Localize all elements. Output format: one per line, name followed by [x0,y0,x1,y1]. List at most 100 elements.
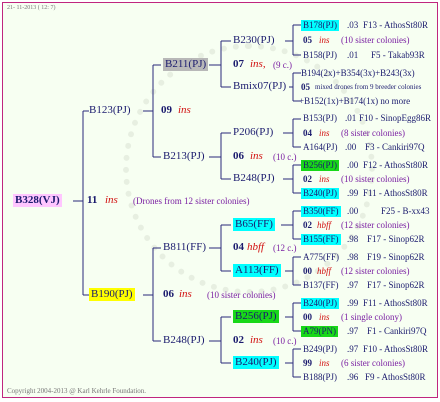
mbranch-m-count: (10 c.) [273,336,297,346]
leaf-18-yr: .97 [347,280,359,290]
copyright-text: Copyright 2004-2013 @ Karl Kehrle Founda… [7,387,147,395]
leaf-7-id[interactable]: B153(PJ) [303,114,337,123]
mbranch-year: 06 [163,288,174,300]
leaf-13-station: F25 - B-xx43 [381,206,430,216]
leaf-2-year: 05 [303,35,312,45]
leaf-19-id[interactable]: B240(PJ) [301,298,340,309]
leaf-5-year: 05 [301,82,310,92]
leaf-1-id[interactable]: B178(PJ) [301,20,340,31]
mbranch-ins: ins [179,288,192,300]
gen1-father-label[interactable]: B123(PJ) [89,105,131,116]
leaf-3-station: F5 - Takab93R [371,50,425,60]
mbranch-m-ins: ins [250,334,263,346]
fbranch-year: 09 [161,104,172,116]
leaf-8-year: 04 [303,128,312,138]
gen1-mother-label[interactable]: B190(PJ) [89,288,135,301]
leaf-17-note: (12 sister colonies) [341,266,410,276]
leaf-1-yr: .03 [347,20,359,30]
leaf-8-ins: ins [319,128,330,138]
fbranch-m-count: (10 c.) [273,152,297,162]
mbranch-m-mother[interactable]: B240(PJ) [233,356,279,369]
leaf-20-year: 00 [303,312,312,322]
leaf-22-yr: .97 [347,344,359,354]
mbranch-f-father[interactable]: B65(FF) [233,218,275,231]
leaf-10-station: F12 - AthosSt80R [363,160,429,170]
leaf-15-yr: .98 [347,234,359,244]
leaf-24-yr: .96 [347,372,359,382]
leaf-8-note: (8 sister colonies) [341,128,405,138]
mbranch-father-label[interactable]: B811(FF) [163,242,206,253]
leaf-13-yr: .00 [347,206,359,216]
fbranch-father-label[interactable]: B211(PJ) [163,58,209,71]
mbranch-mother-label[interactable]: B248(PJ) [163,335,205,346]
leaf-18-id[interactable]: B137(FF) [303,281,339,290]
leaf-12-station: F11 - AthosSt80R [363,188,428,198]
leaf-16-yr: .98 [347,252,359,262]
leaf-17-ins: hbff [317,266,332,276]
fbranch-f-year: 07 [233,58,244,70]
mbranch-m-father[interactable]: B256(PJ) [233,310,279,323]
gen1-year: 11 [87,194,98,206]
leaf-13-id[interactable]: B350(FF) [301,206,341,217]
fbranch-mother-label[interactable]: B213(PJ) [163,151,205,162]
leaf-7-station: F10 - SinopEgg86R [359,113,432,123]
leaf-10-id[interactable]: B256(PJ) [301,160,340,171]
leaf-16-station: F19 - Sinop62R [367,252,425,262]
leaf-3-yr: .01 [347,50,359,60]
leaf-1-station: F13 - AthosSt80R [363,20,429,30]
mbranch-f-ins: hbff [247,241,265,253]
leaf-12-yr: .99 [347,188,359,198]
leaf-9-id[interactable]: A164(PJ) [303,143,338,152]
leaf-21-id[interactable]: A79(PN) [301,326,338,337]
mbranch-f-mother[interactable]: A113(FF) [233,264,281,277]
fbranch-f-count: (9 c.) [273,60,292,70]
leaf-17-year: 00 [303,266,312,276]
leaf-3-id[interactable]: B158(PJ) [303,51,337,60]
leaf-15-station: F17 - Sinop62R [367,234,425,244]
leaf-2-ins: ins [319,35,330,45]
leaf-14-note: (12 sister colonies) [341,220,410,230]
fbranch-f-father[interactable]: B230(PJ) [233,35,275,46]
leaf-18-station: F17 - Sinop62R [367,280,425,290]
leaf-24-station: F9 - AthosSt80R [365,372,426,382]
mbranch-m-year: 02 [233,334,244,346]
leaf-9-station: F3 - Cankiri97Q [365,142,425,152]
leaf-2-note: (10 sister colonies) [341,35,410,45]
leaf-23-year: 99 [303,358,312,368]
leaf-20-ins: ins [319,312,330,322]
gen1-ins: ins [105,194,118,206]
mbranch-count: (10 sister colonies) [207,290,276,300]
fbranch-ins: ins [178,104,191,116]
leaf-11-year: 02 [303,174,312,184]
leaf-16-id[interactable]: A775(FF) [303,253,339,262]
mbranch-f-year: 04 [233,241,244,253]
mbranch-f-count: (12 c.) [273,243,297,253]
pedigree-frame: 21- 11-2013 ( 12: 7) Copyright 2004-2013… [2,2,438,398]
leaf-23-note: (6 sister colonies) [341,358,405,368]
leaf-22-station: F10 - AthosSt80R [363,344,429,354]
leaf-23-ins: ins [319,358,330,368]
leaf-24-id[interactable]: B188(PJ) [303,373,337,382]
leaf-7-yr: .01 [345,113,357,123]
leaf-12-id[interactable]: B240(PJ) [301,188,340,199]
leaf-9-yr: .00 [345,142,357,152]
leaf-5-note: mixed drones from 9 breeder colonies [315,83,422,91]
leaf-14-ins: hbff [317,220,332,230]
root-queen-label[interactable]: B328(VJ) [13,194,62,207]
leaf-20-note: (1 single colony) [341,312,402,322]
leaf-14-year: 02 [303,220,312,230]
fbranch-f-ins: ins, [250,58,266,70]
gen1-drones-note: (Drones from 12 sister colonies) [133,196,250,206]
leaf-11-ins: ins [319,174,330,184]
fbranch-m-mother[interactable]: B248(PJ) [233,173,275,184]
leaf-19-yr: .99 [347,298,359,308]
leaf-21-yr: .97 [347,326,359,336]
leaf-15-id[interactable]: B155(FF) [301,234,341,245]
leaf-22-id[interactable]: B249(PJ) [303,345,337,354]
leaf-19-station: F11 - AthosSt80R [363,298,428,308]
leaf-11-note: (10 sister colonies) [341,174,410,184]
fbranch-m-father[interactable]: P206(PJ) [233,127,273,138]
fbranch-m-ins: ins [250,150,263,162]
leaf-21-station: F1 - Cankiri97Q [367,326,427,336]
fbranch-f-mother[interactable]: Bmix07(PJ) [233,81,286,92]
